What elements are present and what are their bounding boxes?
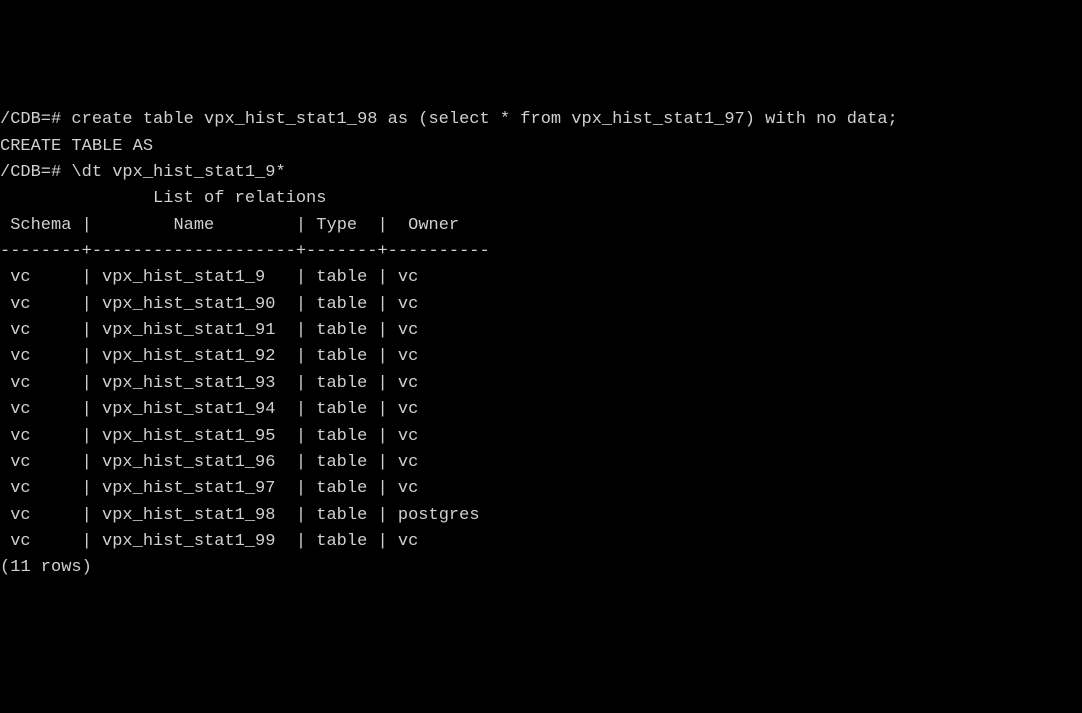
table-row: vc | vpx_hist_stat1_96 | table | vc (0, 450, 1082, 476)
cell-type: table (306, 532, 377, 551)
header-schema: Schema (10, 216, 71, 235)
cell-owner: vc (388, 321, 419, 340)
cell-type: table (306, 347, 377, 366)
cell-type: table (306, 479, 377, 498)
header-owner: Owner (408, 216, 459, 235)
cell-schema: vc (0, 427, 82, 446)
table-row: vc | vpx_hist_stat1_90 | table | vc (0, 292, 1082, 318)
cell-name: vpx_hist_stat1_95 (92, 427, 296, 446)
cell-name: vpx_hist_stat1_98 (92, 506, 296, 525)
cell-name: vpx_hist_stat1_97 (92, 479, 296, 498)
command-line-dt: /CDB=# \dt vpx_hist_stat1_9* (0, 160, 1082, 186)
table-header-line: Schema | Name | Type | Owner (0, 213, 1082, 239)
header-type: Type (316, 216, 357, 235)
cell-name: vpx_hist_stat1_96 (92, 453, 296, 472)
cell-type: table (306, 374, 377, 393)
cell-owner: vc (388, 295, 419, 314)
command-line-create: /CDB=# create table vpx_hist_stat1_98 as… (0, 107, 1082, 133)
table-row: vc | vpx_hist_stat1_93 | table | vc (0, 371, 1082, 397)
cell-schema: vc (0, 295, 82, 314)
cell-name: vpx_hist_stat1_92 (92, 347, 296, 366)
cell-type: table (306, 268, 377, 287)
cell-type: table (306, 506, 377, 525)
cell-owner: postgres (388, 506, 480, 525)
cell-schema: vc (0, 453, 82, 472)
table-divider: --------+--------------------+-------+--… (0, 239, 1082, 265)
cell-name: vpx_hist_stat1_9 (92, 268, 296, 287)
cell-owner: vc (388, 347, 419, 366)
list-title-line: List of relations (0, 186, 1082, 212)
terminal-output[interactable]: /CDB=# create table vpx_hist_stat1_98 as… (0, 105, 1082, 581)
cell-owner: vc (388, 453, 419, 472)
cell-owner: vc (388, 532, 419, 551)
psql-dt-command: \dt vpx_hist_stat1_9* (71, 163, 285, 182)
cell-type: table (306, 427, 377, 446)
cell-owner: vc (388, 427, 419, 446)
cell-type: table (306, 400, 377, 419)
cell-type: table (306, 321, 377, 340)
cell-owner: vc (388, 374, 419, 393)
cell-schema: vc (0, 479, 82, 498)
cell-owner: vc (388, 268, 419, 287)
cell-schema: vc (0, 532, 82, 551)
table-row: vc | vpx_hist_stat1_99 | table | vc (0, 529, 1082, 555)
table-row: vc | vpx_hist_stat1_98 | table | postgre… (0, 503, 1082, 529)
table-row: vc | vpx_hist_stat1_92 | table | vc (0, 344, 1082, 370)
cell-name: vpx_hist_stat1_91 (92, 321, 296, 340)
cell-schema: vc (0, 506, 82, 525)
cell-owner: vc (388, 479, 419, 498)
cell-schema: vc (0, 400, 82, 419)
cell-name: vpx_hist_stat1_90 (92, 295, 296, 314)
table-row: vc | vpx_hist_stat1_97 | table | vc (0, 476, 1082, 502)
cell-type: table (306, 453, 377, 472)
cell-owner: vc (388, 400, 419, 419)
prompt: /CDB=# (0, 163, 61, 182)
header-name: Name (173, 216, 214, 235)
cell-type: table (306, 295, 377, 314)
cell-schema: vc (0, 268, 82, 287)
table-row: vc | vpx_hist_stat1_95 | table | vc (0, 424, 1082, 450)
cell-name: vpx_hist_stat1_99 (92, 532, 296, 551)
cell-name: vpx_hist_stat1_93 (92, 374, 296, 393)
row-count: (11 rows) (0, 555, 1082, 581)
response-create: CREATE TABLE AS (0, 134, 1082, 160)
cell-schema: vc (0, 321, 82, 340)
table-row: vc | vpx_hist_stat1_9 | table | vc (0, 265, 1082, 291)
table-row: vc | vpx_hist_stat1_94 | table | vc (0, 397, 1082, 423)
cell-schema: vc (0, 347, 82, 366)
cell-name: vpx_hist_stat1_94 (92, 400, 296, 419)
list-title: List of relations (153, 189, 326, 208)
prompt: /CDB=# (0, 110, 61, 129)
cell-schema: vc (0, 374, 82, 393)
sql-create-command: create table vpx_hist_stat1_98 as (selec… (71, 110, 897, 129)
table-row: vc | vpx_hist_stat1_91 | table | vc (0, 318, 1082, 344)
